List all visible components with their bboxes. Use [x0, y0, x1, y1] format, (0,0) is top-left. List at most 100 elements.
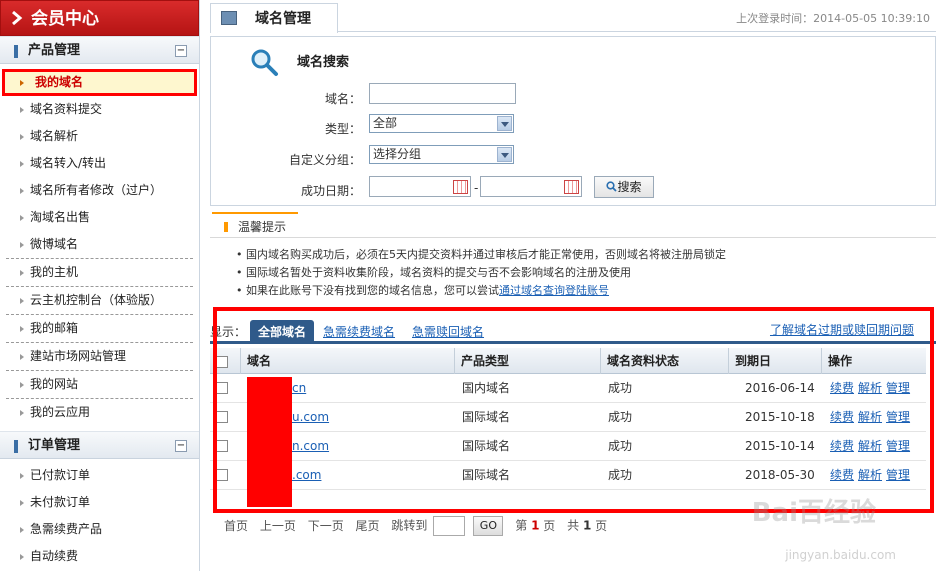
renew-link[interactable]: 续费 — [830, 381, 854, 395]
date-label: 成功日期： — [300, 184, 361, 198]
sidebar-item-host[interactable]: 我的主机 — [0, 259, 199, 286]
sidebar-header: 会员中心 — [0, 0, 199, 36]
sidebar-item-auto-renew[interactable]: 自动续费 — [0, 543, 199, 570]
pager-jump-label: 跳转到 — [391, 518, 428, 533]
date-to-input[interactable] — [480, 176, 582, 197]
product-type: 国际域名 — [462, 439, 511, 453]
domain-link[interactable]: cn — [292, 374, 306, 403]
sidebar-item-unpaid-orders[interactable]: 未付款订单 — [0, 489, 199, 516]
collapse-icon[interactable]: − — [175, 45, 187, 57]
sidebar-item-weibo[interactable]: 微博域名 — [0, 231, 199, 258]
product-type: 国际域名 — [462, 468, 511, 482]
section-label: 订单管理 — [28, 438, 81, 453]
current-page: 1 — [531, 518, 540, 533]
dns-link[interactable]: 解析 — [858, 439, 882, 453]
tips-title: 温馨提示 — [212, 212, 299, 238]
renew-link[interactable]: 续费 — [830, 468, 854, 482]
tab-redeem-domains[interactable]: 急需赎回域名 — [412, 320, 484, 344]
sidebar-item-renew-needed[interactable]: 急需续费产品 — [0, 516, 199, 543]
header-actions: 操作 — [821, 348, 926, 374]
pager-first[interactable]: 首页 — [224, 519, 248, 533]
login-by-domain-link[interactable]: 通过域名查询登陆账号 — [499, 284, 609, 297]
info-status: 成功 — [608, 468, 633, 482]
sidebar-item-domain-info[interactable]: 域名资料提交 — [0, 96, 199, 123]
row-checkbox[interactable] — [216, 382, 228, 394]
page-label-post: 页 — [543, 518, 556, 533]
calendar-icon[interactable] — [453, 180, 468, 194]
tab-all-domains[interactable]: 全部域名 — [250, 320, 315, 344]
renew-link[interactable]: 续费 — [830, 410, 854, 424]
pager-next[interactable]: 下一页 — [308, 519, 344, 533]
page-jump-input[interactable] — [433, 516, 466, 536]
section-product-management[interactable]: 产品管理 − — [0, 36, 199, 64]
sidebar-item-mail[interactable]: 我的邮箱 — [0, 315, 199, 342]
dns-link[interactable]: 解析 — [858, 381, 882, 395]
sidebar-item-dns[interactable]: 域名解析 — [0, 123, 199, 150]
tip-line-3-text: • 如果在此账号下没有找到您的域名信息，您可以尝试 — [236, 284, 499, 297]
date-from-input[interactable] — [369, 176, 471, 197]
sidebar-item-cloud-console[interactable]: 云主机控制台（体验版） — [0, 287, 199, 314]
domain-label: 域名： — [324, 92, 361, 106]
dns-link[interactable]: 解析 — [858, 410, 882, 424]
sidebar-item-my-domains[interactable]: 我的域名 — [2, 69, 197, 96]
manage-link[interactable]: 管理 — [886, 381, 910, 395]
tab-domain-management[interactable]: 域名管理 — [210, 3, 338, 33]
go-button[interactable]: GO — [473, 516, 504, 536]
sidebar-item-sell[interactable]: 淘域名出售 — [0, 204, 199, 231]
expire-date: 2018-05-30 — [745, 468, 815, 482]
sidebar-item-site-market[interactable]: 建站市场网站管理 — [0, 343, 199, 370]
header-type: 产品类型 — [454, 348, 600, 374]
domain-link[interactable]: .com — [292, 461, 321, 490]
header-domain: 域名 — [240, 348, 454, 374]
domain-table: 域名 产品类型 域名资料状态 到期日 操作 cn 国内域名 成功 2016-06… — [210, 348, 926, 490]
manage-link[interactable]: 管理 — [886, 410, 910, 424]
renew-link[interactable]: 续费 — [830, 439, 854, 453]
collapse-icon[interactable]: − — [175, 440, 187, 452]
pager-prev[interactable]: 上一页 — [260, 519, 296, 533]
search-button[interactable]: 搜索 — [594, 176, 654, 198]
date-separator: - — [474, 181, 479, 195]
sidebar: 会员中心 产品管理 − 我的域名 域名资料提交 域名解析 域名转入/转出 域名所… — [0, 0, 200, 571]
search-button-label: 搜索 — [617, 180, 642, 194]
info-status: 成功 — [608, 439, 633, 453]
expire-date: 2016-06-14 — [745, 381, 815, 395]
pager-last[interactable]: 尾页 — [356, 519, 380, 533]
domain-input[interactable] — [369, 83, 516, 104]
domain-link[interactable]: n.com — [292, 432, 329, 461]
header-status: 域名资料状态 — [600, 348, 728, 374]
search-panel: 域名搜索 域名： 类型： 全部 自定义分组： 选择分组 成功日期： - 搜索 — [210, 36, 936, 206]
tip-line-2: • 国际域名暂处于资料收集阶段，域名资料的提交与否不会影响域名的注册及使用 — [236, 266, 631, 279]
tab-renew-domains[interactable]: 急需续费域名 — [323, 320, 395, 344]
table-row: u.com 国际域名 成功 2015-10-18 续费 解析 管理 — [210, 403, 926, 432]
manage-link[interactable]: 管理 — [886, 468, 910, 482]
total-label-post: 页 — [595, 518, 608, 533]
dropdown-arrow-icon — [497, 147, 512, 162]
type-select-value: 全部 — [373, 116, 398, 130]
dns-link[interactable]: 解析 — [858, 468, 882, 482]
domain-link[interactable]: u.com — [292, 403, 329, 432]
type-label: 类型： — [324, 122, 361, 136]
manage-link[interactable]: 管理 — [886, 439, 910, 453]
sidebar-item-my-site[interactable]: 我的网站 — [0, 371, 199, 398]
calendar-icon[interactable] — [564, 180, 579, 194]
info-status: 成功 — [608, 381, 633, 395]
info-status: 成功 — [608, 410, 633, 424]
section-label: 产品管理 — [28, 43, 81, 58]
expire-help-link[interactable]: 了解域名过期或赎回期问题 — [770, 320, 914, 340]
tip-line-3: • 如果在此账号下没有找到您的域名信息，您可以尝试通过域名查询登陆账号 — [236, 282, 609, 298]
sidebar-item-paid-orders[interactable]: 已付款订单 — [0, 462, 199, 489]
sidebar-item-owner-change[interactable]: 域名所有者修改（过户） — [0, 177, 199, 204]
sidebar-item-transfer[interactable]: 域名转入/转出 — [0, 150, 199, 177]
type-select[interactable]: 全部 — [369, 114, 514, 133]
expire-date: 2015-10-18 — [745, 410, 815, 424]
row-checkbox[interactable] — [216, 411, 228, 423]
sidebar-item-cloud-app[interactable]: 我的云应用 — [0, 399, 199, 426]
row-checkbox[interactable] — [216, 469, 228, 481]
row-checkbox[interactable] — [216, 440, 228, 452]
page-label-pre: 第 — [515, 518, 528, 533]
section-order-management[interactable]: 订单管理 − — [0, 431, 199, 459]
select-all-checkbox[interactable] — [216, 356, 228, 368]
chevron-right-icon — [12, 10, 23, 26]
product-type: 国内域名 — [462, 381, 511, 395]
group-select[interactable]: 选择分组 — [369, 145, 514, 164]
